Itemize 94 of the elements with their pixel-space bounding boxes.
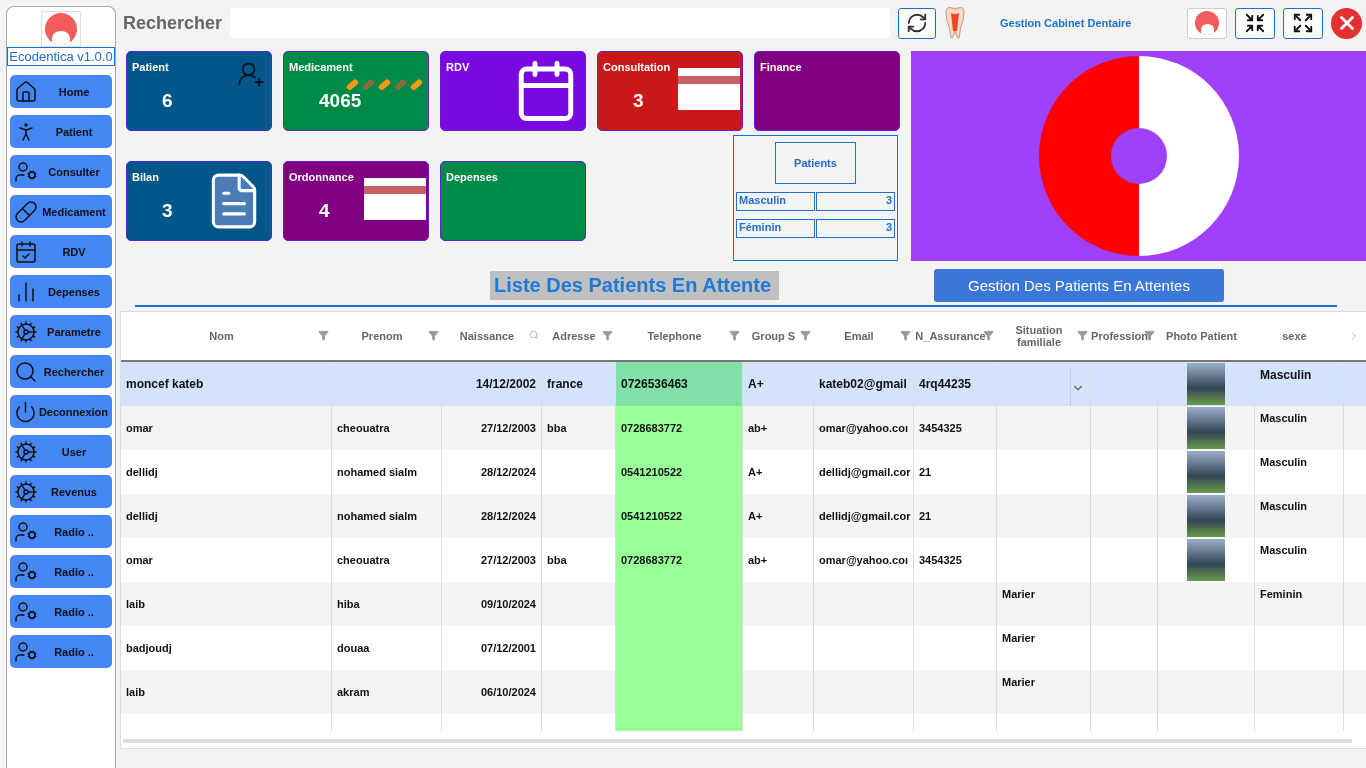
search-icon[interactable] [529,330,539,340]
column-header[interactable]: Group S [743,312,814,360]
search-label: Rechercher [123,12,223,34]
pill-icon [14,199,38,224]
expand-button[interactable] [1283,7,1324,39]
stat-tile[interactable]: Bilan 3 [126,161,272,241]
house-icon [14,79,38,104]
sidebar-item[interactable]: Radio .. [10,555,112,588]
filter-icon[interactable] [318,330,329,341]
sidebar-item[interactable]: Deconnexion [10,395,112,428]
table-row[interactable]: omar cheouatra 27/12/2003 bba 0728683772 ab+ omar@yahoo.coı 3454325 Masculin [121,406,1366,450]
table-row[interactable]: laib akram 06/10/2024 Marier [121,670,1366,714]
column-header[interactable]: Telephone [616,312,743,360]
sidebar-item[interactable]: Radio .. [10,595,112,628]
table-cell: akram [332,670,442,714]
table-cell: 0728683772 [616,538,743,582]
calendar-icon [14,239,38,264]
column-header[interactable]: Prenom [332,312,442,360]
column-header[interactable]: Nom [121,312,332,360]
column-header[interactable]: N_Assurance [914,312,997,360]
gear-icon [14,319,38,344]
table-row[interactable]: moncef kateb 14/12/2002 france 0726536463 A+ kateb02@gmail 4rq44235 Masculin [121,362,1366,406]
sidebar-item[interactable]: Home [10,75,112,108]
card-icon [364,178,426,220]
shrink-icon [1244,12,1267,34]
power-icon [14,399,37,424]
column-header[interactable]: Email [814,312,914,360]
person-cog-icon [14,599,38,624]
sidebar-item[interactable]: Revenus [10,475,112,508]
gear-icon [14,479,38,504]
table-cell: laib [121,670,332,714]
app-version: Ecodentica v1.0.0 [7,47,115,66]
column-header[interactable]: Naissance [442,312,542,360]
stat-tile[interactable]: Medicament 4065 [283,51,429,131]
expand-icon [1292,12,1315,34]
table-cell: 0726536463 [616,362,743,406]
tooth-icon [944,6,967,40]
manage-waiting-button[interactable]: Gestion Des Patients En Attentes [934,268,1224,302]
stat-tile[interactable]: Ordonnance 4 [283,161,429,241]
stat-tile[interactable]: Depenses [440,161,586,241]
person-cog-icon [14,639,38,664]
sidebar-item[interactable]: Consulter [10,155,112,188]
card-icon [678,68,740,110]
sidebar-item[interactable]: Medicament [10,195,112,228]
person-cog-icon [14,519,38,544]
app-title: Gestion Cabinet Dentaire [1000,17,1132,29]
filter-icon[interactable] [1077,330,1088,341]
table-cell: Marier [997,670,1091,714]
filter-icon[interactable] [800,330,811,341]
stat-tile[interactable]: Consultation 3 [597,51,743,131]
sidebar-item[interactable]: Rechercher [10,355,112,388]
table-cell: 0541210522 [616,450,743,494]
column-header[interactable]: Adresse [542,312,616,360]
user-avatar-button[interactable] [1187,7,1228,39]
stat-tile[interactable]: RDV [440,51,586,131]
stats-title: Patients [775,142,856,184]
table-row[interactable]: dellidj nohamed sialm 28/12/2024 0541210522 A+ dellidj@gmail.cor 21 Masculin [121,494,1366,538]
stat-label: Masculin [736,192,815,211]
table-cell: 06/10/2024 [442,670,542,714]
filter-icon[interactable] [428,330,439,341]
column-header[interactable]: Situation familiale [997,312,1091,360]
shrink-button[interactable] [1235,7,1276,39]
stat-value: 3 [816,192,895,211]
filter-icon[interactable] [900,330,911,341]
table-row[interactable]: laib hiba 09/10/2024 Marier Feminin [121,582,1366,626]
sidebar-item[interactable]: User [10,435,112,468]
gear-icon [14,439,38,464]
refresh-icon [906,12,929,34]
sidebar-item[interactable]: Depenses [10,275,112,308]
filter-icon[interactable] [602,330,613,341]
section-title: Liste Des Patients En Attente [490,270,779,300]
sidebar-item[interactable]: Patient [10,115,112,148]
table-cell: 0541210522 [616,494,743,538]
stat-tile[interactable]: Patient 6 [126,51,272,131]
column-header[interactable]: Photo Patient [1158,312,1255,360]
column-header[interactable]: Profession [1091,312,1158,360]
table-cell: 0728683772 [616,406,743,450]
doctor-avatar [41,11,81,47]
person-cog-icon [14,559,38,584]
sidebar-item[interactable]: RDV [10,235,112,268]
user-plus-icon [237,60,265,88]
sidebar-item[interactable]: Radio .. [10,515,112,548]
search-icon [14,359,38,384]
horizontal-scrollbar[interactable] [123,739,1352,743]
column-header[interactable]: sexe [1255,312,1344,360]
stat-tile[interactable]: Finance [754,51,900,131]
refresh-button[interactable] [898,7,937,39]
close-button[interactable] [1331,7,1363,39]
person-cog-icon [14,159,38,184]
stat-label: Féminin [736,219,815,238]
sidebar-item[interactable]: Parametre [10,315,112,348]
stat-value: 3 [816,219,895,238]
filter-icon[interactable] [729,330,740,341]
sidebar-item[interactable]: Radio .. [10,635,112,668]
